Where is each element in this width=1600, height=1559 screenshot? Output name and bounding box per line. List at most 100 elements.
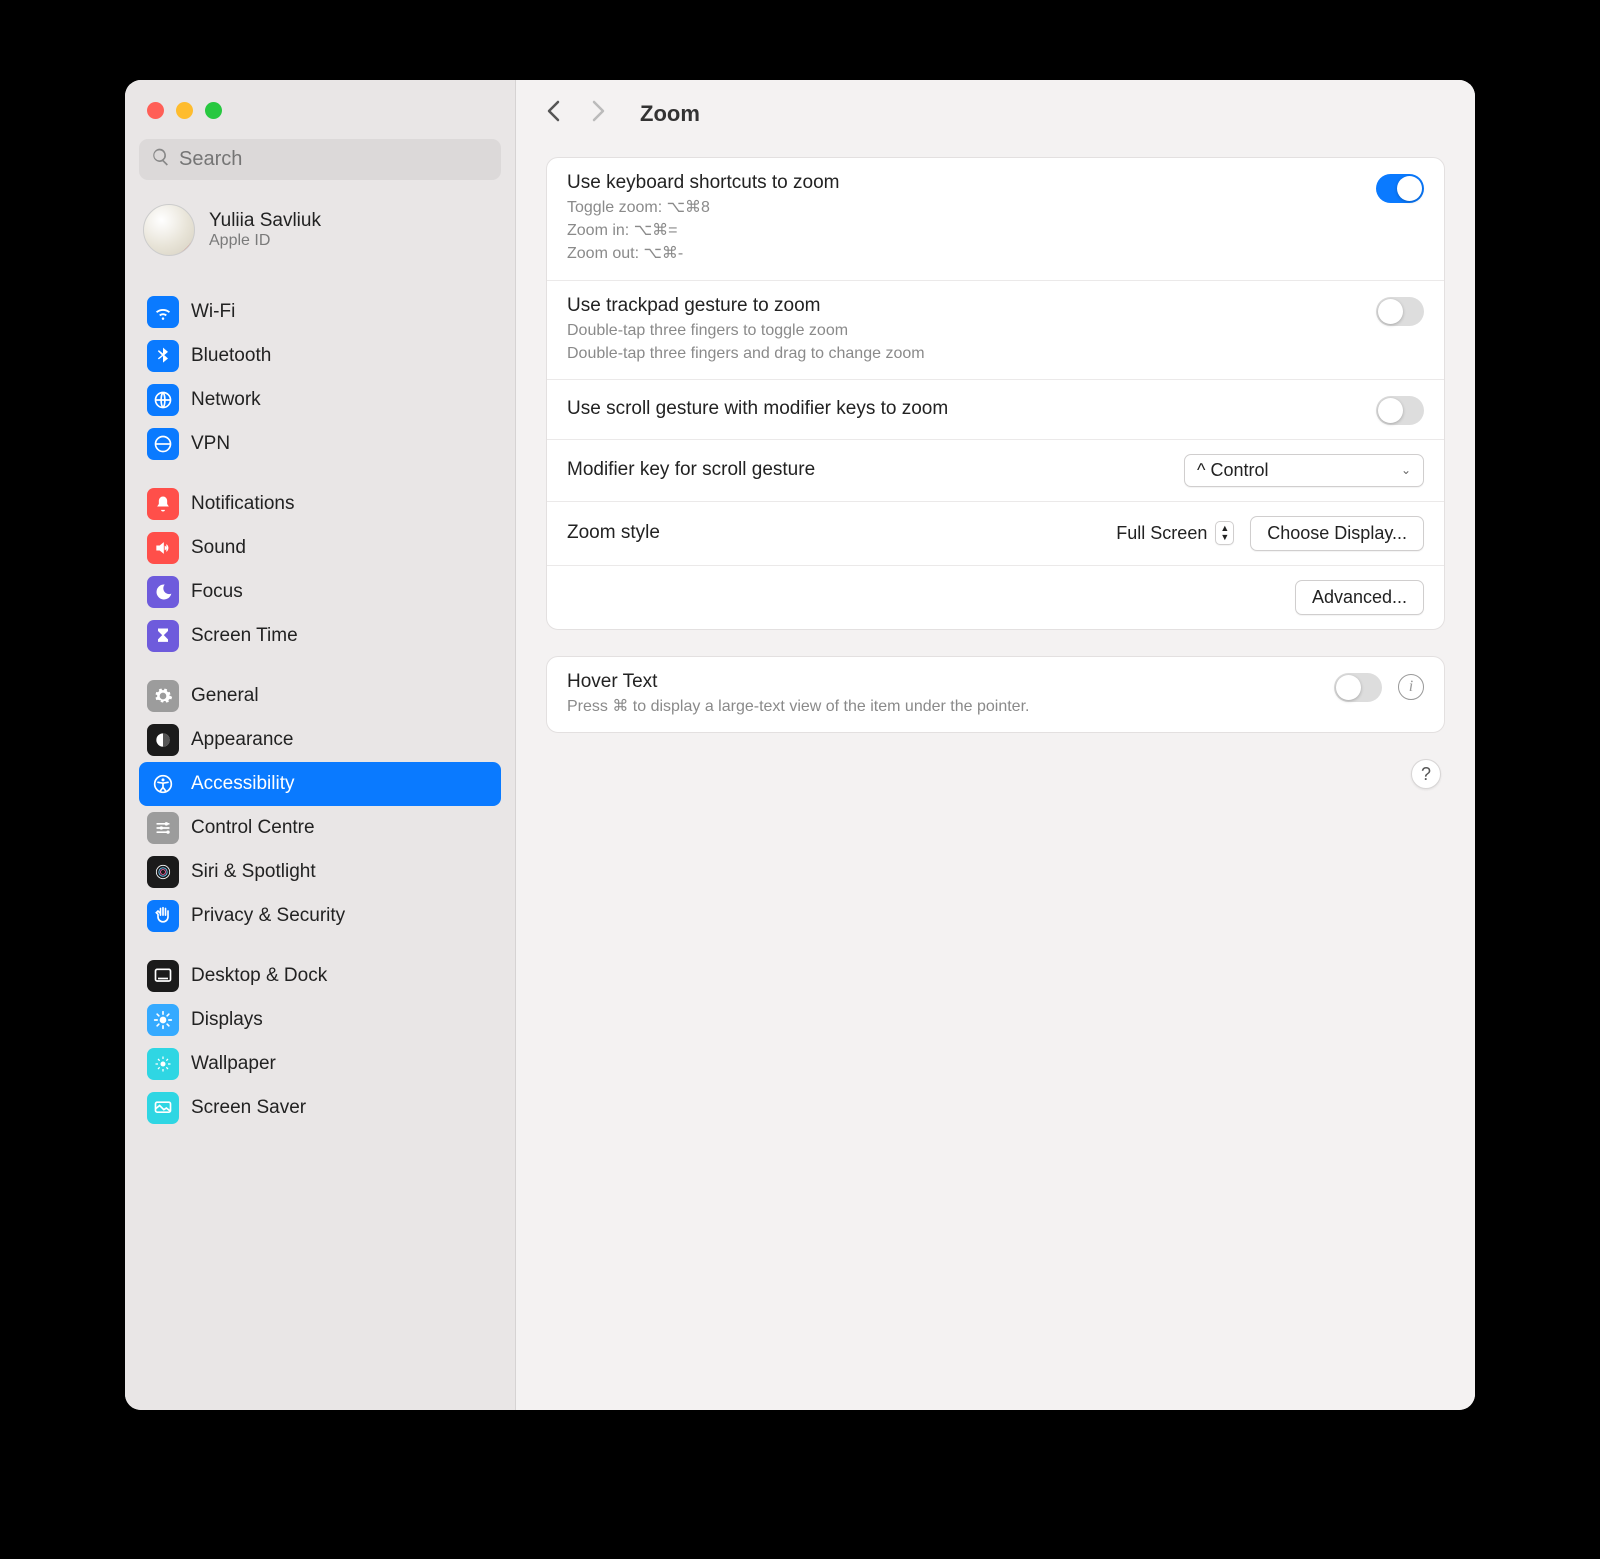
back-button[interactable]: [542, 98, 566, 129]
accessibility-icon: [147, 768, 179, 800]
sidebar-item-label: Wallpaper: [191, 1053, 276, 1075]
row-sub: Double-tap three fingers to toggle zoom …: [567, 319, 1356, 365]
search-icon: [151, 147, 171, 172]
sidebar-item-vpn[interactable]: VPN: [139, 422, 501, 466]
sidebar-item-focus[interactable]: Focus: [139, 570, 501, 614]
sidebar-item-wi-fi[interactable]: Wi-Fi: [139, 290, 501, 334]
settings-window: Yuliia Savliuk Apple ID Wi-Fi Bluetooth Ne…: [125, 80, 1475, 1410]
titlebar: Zoom: [516, 80, 1475, 143]
forward-button[interactable]: [586, 98, 610, 129]
sidebar-item-label: Siri & Spotlight: [191, 861, 316, 883]
zoom-settings-panel: Use keyboard shortcuts to zoom Toggle zo…: [546, 157, 1445, 630]
main-pane: Zoom Use keyboard shortcuts to zoom Togg…: [515, 80, 1475, 1410]
account-sub: Apple ID: [209, 232, 321, 250]
moon-icon: [147, 576, 179, 608]
help-button[interactable]: ?: [1411, 759, 1441, 789]
sidebar-item-general[interactable]: General: [139, 674, 501, 718]
network-icon: [147, 384, 179, 416]
fullscreen-window-button[interactable]: [205, 102, 222, 119]
search-input[interactable]: [179, 148, 489, 171]
sidebar-item-label: Sound: [191, 537, 246, 559]
hand-icon: [147, 900, 179, 932]
row-title: Use trackpad gesture to zoom: [567, 295, 1356, 317]
scroll-gesture-toggle[interactable]: [1376, 396, 1424, 425]
sidebar-item-label: Focus: [191, 581, 243, 603]
scroll-gesture-row: Use scroll gesture with modifier keys to…: [547, 380, 1444, 440]
row-title: Use keyboard shortcuts to zoom: [567, 172, 1356, 194]
modifier-key-select[interactable]: ^ Control ⌄: [1184, 454, 1424, 487]
keyboard-shortcuts-toggle[interactable]: [1376, 174, 1424, 203]
sidebar-item-label: Displays: [191, 1009, 263, 1031]
page-title: Zoom: [640, 101, 700, 127]
sound-icon: [147, 532, 179, 564]
sidebar-item-screen-time[interactable]: Screen Time: [139, 614, 501, 658]
sidebar-item-sound[interactable]: Sound: [139, 526, 501, 570]
zoom-style-row: Zoom style Full Screen ▲▼ Choose Display…: [547, 502, 1444, 566]
choose-display-button[interactable]: Choose Display...: [1250, 516, 1424, 551]
hover-text-panel: Hover Text Press ⌘ to display a large-te…: [546, 656, 1445, 733]
modifier-key-row: Modifier key for scroll gesture ^ Contro…: [547, 440, 1444, 502]
siri-icon: [147, 856, 179, 888]
hover-text-row: Hover Text Press ⌘ to display a large-te…: [547, 657, 1444, 732]
trackpad-gesture-toggle[interactable]: [1376, 297, 1424, 326]
content: Use keyboard shortcuts to zoom Toggle zo…: [516, 143, 1475, 803]
sidebar-item-siri-spotlight[interactable]: Siri & Spotlight: [139, 850, 501, 894]
sliders-icon: [147, 812, 179, 844]
sidebar-scroll[interactable]: Wi-Fi Bluetooth Network VPN Notifications Sou…: [125, 274, 515, 1410]
row-title: Modifier key for scroll gesture: [567, 459, 1164, 481]
advanced-row: Advanced...: [547, 566, 1444, 629]
sidebar-item-notifications[interactable]: Notifications: [139, 482, 501, 526]
sidebar-item-displays[interactable]: Displays: [139, 998, 501, 1042]
sidebar-item-control-centre[interactable]: Control Centre: [139, 806, 501, 850]
select-value: ^ Control: [1197, 460, 1268, 481]
sidebar-item-label: Screen Saver: [191, 1097, 306, 1119]
row-title: Use scroll gesture with modifier keys to…: [567, 398, 1356, 420]
bell-icon: [147, 488, 179, 520]
popup-value: Full Screen: [1116, 523, 1207, 544]
appearance-icon: [147, 724, 179, 756]
account-name: Yuliia Savliuk: [209, 210, 321, 232]
zoom-style-popup[interactable]: Full Screen ▲▼: [1116, 521, 1234, 545]
up-down-icon: ▲▼: [1215, 521, 1234, 545]
wallpaper-icon: [147, 1048, 179, 1080]
sidebar-item-privacy-security[interactable]: Privacy & Security: [139, 894, 501, 938]
sidebar-item-bluetooth[interactable]: Bluetooth: [139, 334, 501, 378]
keyboard-shortcuts-row: Use keyboard shortcuts to zoom Toggle zo…: [547, 158, 1444, 281]
row-sub: Press ⌘ to display a large-text view of …: [567, 695, 1314, 718]
sidebar-item-label: Desktop & Dock: [191, 965, 327, 987]
sidebar-item-label: General: [191, 685, 259, 707]
search-field[interactable]: [139, 139, 501, 180]
sidebar-item-appearance[interactable]: Appearance: [139, 718, 501, 762]
minimize-window-button[interactable]: [176, 102, 193, 119]
window-controls: [125, 94, 515, 139]
sidebar-item-desktop-dock[interactable]: Desktop & Dock: [139, 954, 501, 998]
sidebar-item-label: Network: [191, 389, 261, 411]
sidebar-item-screen-saver[interactable]: Screen Saver: [139, 1086, 501, 1130]
row-sub: Toggle zoom: ⌥⌘8 Zoom in: ⌥⌘= Zoom out: …: [567, 196, 1356, 266]
sidebar-item-label: Appearance: [191, 729, 293, 751]
displays-icon: [147, 1004, 179, 1036]
screensaver-icon: [147, 1092, 179, 1124]
sidebar-item-network[interactable]: Network: [139, 378, 501, 422]
bluetooth-icon: [147, 340, 179, 372]
row-title: Zoom style: [567, 522, 1096, 544]
apple-id-account[interactable]: Yuliia Savliuk Apple ID: [125, 194, 515, 274]
wifi-icon: [147, 296, 179, 328]
sidebar-item-label: Accessibility: [191, 773, 294, 795]
sidebar-item-label: VPN: [191, 433, 230, 455]
row-title: Hover Text: [567, 671, 1314, 693]
vpn-icon: [147, 428, 179, 460]
advanced-button[interactable]: Advanced...: [1295, 580, 1424, 615]
hover-text-toggle[interactable]: [1334, 673, 1382, 702]
avatar: [143, 204, 195, 256]
sidebar-item-accessibility[interactable]: Accessibility: [139, 762, 501, 806]
sidebar-item-label: Bluetooth: [191, 345, 271, 367]
info-icon[interactable]: i: [1398, 674, 1424, 700]
chevron-down-icon: ⌄: [1401, 463, 1411, 477]
sidebar-item-label: Notifications: [191, 493, 295, 515]
trackpad-gesture-row: Use trackpad gesture to zoom Double-tap …: [547, 281, 1444, 380]
sidebar: Yuliia Savliuk Apple ID Wi-Fi Bluetooth Ne…: [125, 80, 515, 1410]
hourglass-icon: [147, 620, 179, 652]
sidebar-item-wallpaper[interactable]: Wallpaper: [139, 1042, 501, 1086]
close-window-button[interactable]: [147, 102, 164, 119]
